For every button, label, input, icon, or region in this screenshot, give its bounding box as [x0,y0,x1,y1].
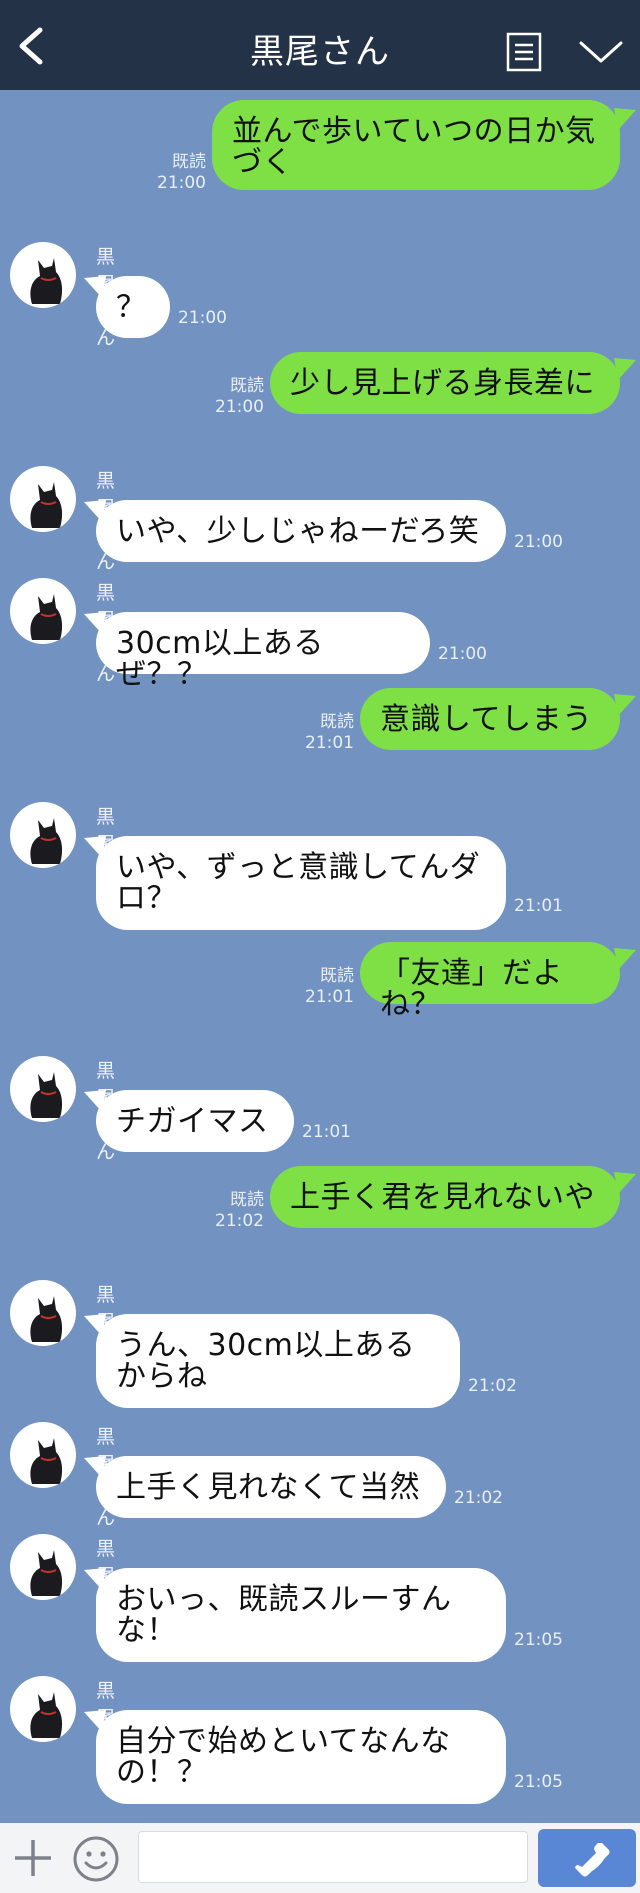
black-cat-avatar[interactable] [10,242,76,308]
message-meta: 既読 21:02 [208,1190,264,1232]
black-cat-avatar[interactable] [10,466,76,532]
chat-title: 黒尾さん [250,32,390,72]
message-bubble[interactable]: 並んで歩いていつの日か気づく [212,100,620,190]
message-bubble[interactable]: 30cm以上あるぜ？？ [96,612,430,690]
message-bubble[interactable]: いや、ずっと意識してんダロ？ [96,836,506,930]
chat-header: 黒尾さん [0,0,640,90]
message-meta: 既読 21:01 [294,712,354,754]
message-bubble[interactable]: 上手く見れなくて当然 [96,1456,446,1518]
read-receipt: 既読 [172,152,206,172]
black-cat-avatar[interactable] [10,1676,76,1742]
read-receipt: 既読 [230,1190,264,1210]
plus-icon[interactable] [12,1837,54,1879]
message-time: 21:01 [305,987,354,1007]
message-bubble[interactable]: うん、30cm以上あるからね [96,1314,460,1408]
message-time: 21:05 [514,1772,563,1792]
message-time: 21:00 [215,397,264,417]
black-cat-avatar[interactable] [10,1056,76,1122]
message-input[interactable] [138,1831,528,1883]
phone-icon [575,1843,610,1877]
message-time: 21:02 [215,1211,264,1231]
message-list[interactable]: 既読 21:00 並んで歩いていつの日か気づく 黒尾さん ？ 21:00 既読 … [0,90,640,1823]
message-meta: 既読 21:01 [294,966,354,1008]
message-time: 21:02 [454,1488,503,1508]
read-receipt: 既読 [230,376,264,396]
message-meta: 既読 21:00 [150,152,206,194]
message-time: 21:01 [302,1122,351,1142]
message-bubble[interactable]: 「友達」だよね？ [360,942,620,1020]
chevron-down-icon[interactable] [578,38,624,66]
black-cat-avatar[interactable] [10,1422,76,1488]
message-bubble[interactable]: おいっ、既読スルーすんな！ [96,1568,506,1662]
black-cat-avatar[interactable] [10,578,76,644]
message-bubble[interactable]: いや、少しじゃねーだろ笑 [96,500,506,562]
message-time: 21:00 [514,532,563,552]
notes-icon[interactable] [506,32,542,72]
black-cat-avatar[interactable] [10,802,76,868]
message-time: 21:00 [438,644,487,664]
message-time: 21:00 [178,308,227,328]
message-bubble[interactable]: ？ [96,276,170,338]
message-meta: 既読 21:00 [208,376,264,418]
message-bubble[interactable]: 意識してしまう [360,688,620,750]
message-time: 21:01 [305,733,354,753]
message-bubble[interactable]: 自分で始めといてなんなの！？ [96,1710,506,1804]
black-cat-avatar[interactable] [10,1280,76,1346]
smiley-icon[interactable] [72,1835,120,1883]
read-receipt: 既読 [320,966,354,986]
message-time: 21:02 [468,1376,517,1396]
message-bubble[interactable]: チガイマス [96,1090,294,1152]
message-time: 21:05 [514,1630,563,1650]
black-cat-avatar[interactable] [10,1534,76,1600]
message-input-bar [0,1823,640,1893]
message-bubble[interactable]: 上手く君を見れないや [270,1166,620,1228]
call-button[interactable] [538,1829,636,1887]
read-receipt: 既読 [320,712,354,732]
message-bubble[interactable]: 少し見上げる身長差に [270,352,620,414]
message-time: 21:00 [157,173,206,193]
message-time: 21:01 [514,896,563,916]
